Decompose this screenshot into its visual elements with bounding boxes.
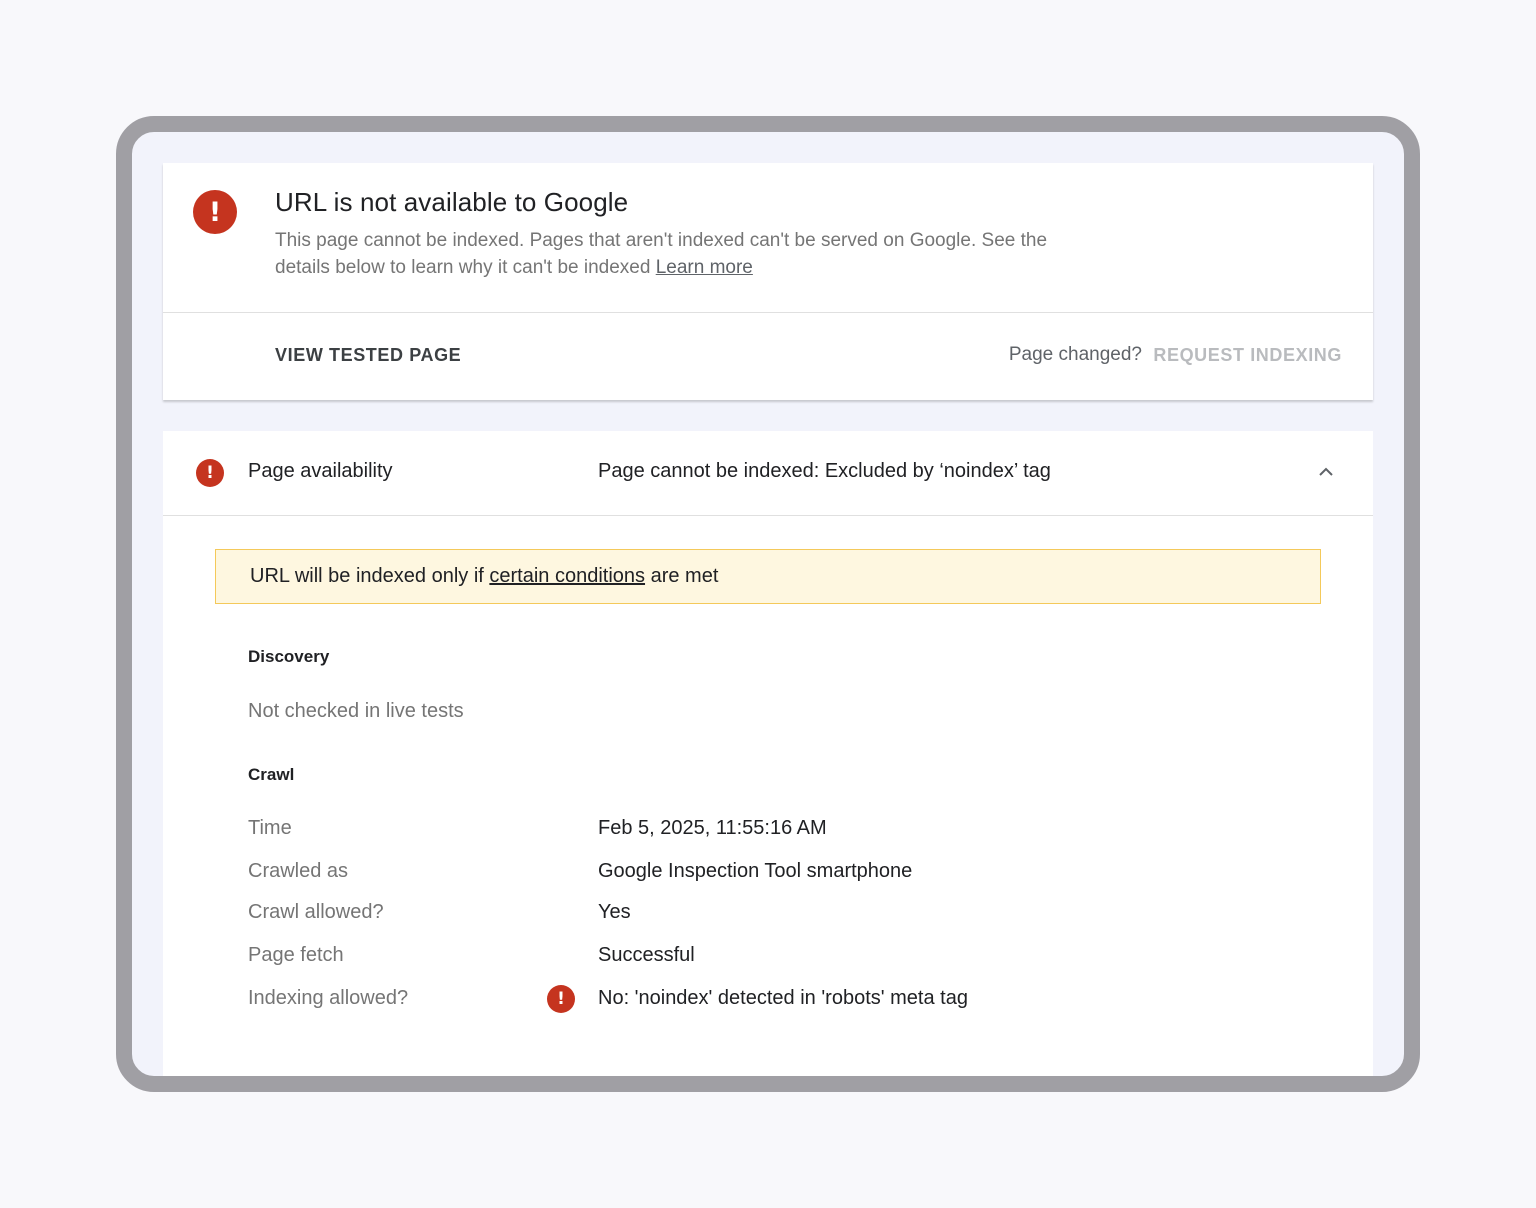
warning-prefix: URL will be indexed only if — [250, 565, 490, 587]
indexing-conditions-text: URL will be indexed only if certain cond… — [250, 565, 718, 588]
status-description: This page cannot be indexed. Pages that … — [275, 227, 1065, 281]
certain-conditions-link[interactable]: certain conditions — [489, 565, 645, 587]
crawl-allowed-value: Yes — [598, 901, 631, 923]
request-indexing-button[interactable]: REQUEST INDEXING — [1153, 345, 1342, 366]
view-tested-page-button[interactable]: VIEW TESTED PAGE — [275, 345, 461, 366]
indexing-allowed-label: Indexing allowed? — [248, 987, 409, 1009]
page-availability-value: Page cannot be indexed: Excluded by ‘noi… — [598, 460, 1051, 482]
status-header: ! URL is not available to Google This pa… — [163, 163, 1373, 313]
page-changed-label: Page changed? — [1008, 344, 1142, 365]
status-actions: VIEW TESTED PAGE Page changed? REQUEST I… — [163, 313, 1373, 400]
status-card: ! URL is not available to Google This pa… — [163, 163, 1373, 400]
page-fetch-value: Successful — [598, 944, 695, 966]
learn-more-link[interactable]: Learn more — [656, 257, 753, 278]
crawl-time-label: Time — [248, 817, 292, 839]
crawled-as-label: Crawled as — [248, 860, 349, 882]
indexing-allowed-value: No: 'noindex' detected in 'robots' meta … — [598, 987, 968, 1009]
page-availability-label: Page availability — [248, 460, 393, 482]
device-frame: ! URL is not available to Google This pa… — [116, 116, 1420, 1092]
crawl-time-value: Feb 5, 2025, 11:55:16 AM — [598, 817, 827, 839]
page-fetch-label: Page fetch — [248, 944, 344, 966]
crawl-allowed-label: Crawl allowed? — [248, 901, 384, 923]
chevron-up-icon[interactable] — [1317, 463, 1335, 481]
content-area: ! URL is not available to Google This pa… — [163, 163, 1373, 1076]
crawl-heading: Crawl — [248, 765, 295, 784]
error-icon: ! — [193, 190, 237, 234]
indexing-conditions-banner: URL will be indexed only if certain cond… — [215, 549, 1321, 604]
discovery-status: Not checked in live tests — [248, 700, 464, 722]
page-availability-header[interactable]: ! Page availability Page cannot be index… — [163, 431, 1373, 516]
error-icon: ! — [547, 985, 575, 1013]
error-icon: ! — [196, 459, 224, 487]
page-availability-card: ! Page availability Page cannot be index… — [163, 431, 1373, 1076]
status-title: URL is not available to Google — [275, 187, 629, 217]
discovery-heading: Discovery — [248, 647, 330, 666]
warning-suffix: are met — [645, 565, 719, 587]
crawled-as-value: Google Inspection Tool smartphone — [598, 860, 913, 882]
